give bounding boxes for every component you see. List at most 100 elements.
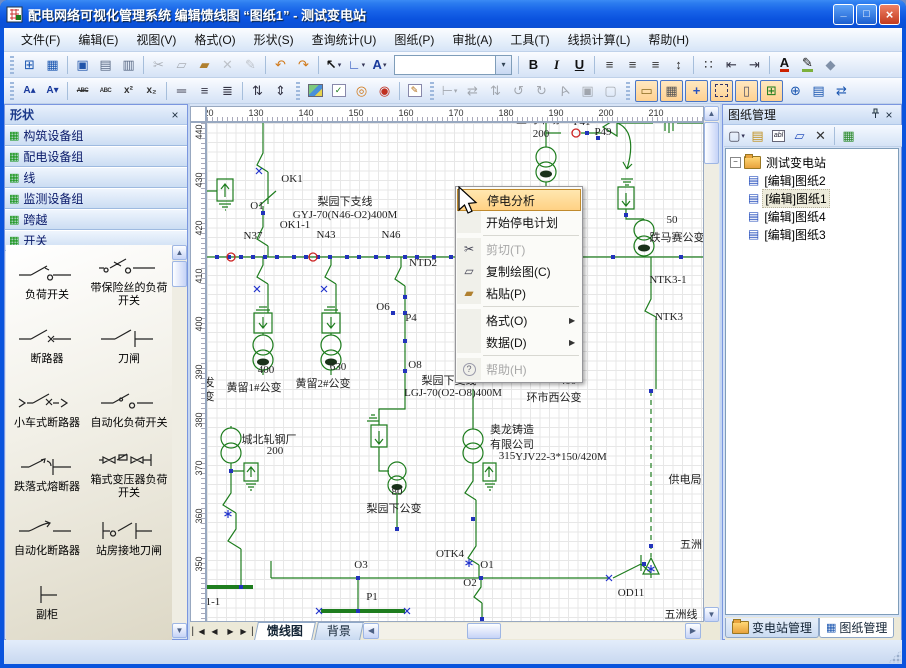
stencil-item-7[interactable]: 跌落式熔断器	[6, 441, 88, 505]
toolbar-grip[interactable]	[296, 82, 300, 100]
pointer-tool-button[interactable]: ↖▾	[323, 55, 344, 75]
print-button[interactable]: ▥	[118, 55, 139, 75]
menu-item-1[interactable]: 文件(F)	[12, 28, 69, 51]
stencil-item-9[interactable]: 自动化断路器	[6, 505, 88, 569]
shape-group-3[interactable]: ▦线	[5, 167, 187, 188]
align-right-button[interactable]: ≡	[645, 55, 666, 75]
insert-picture-button[interactable]	[305, 81, 326, 101]
toolbar-grip[interactable]	[10, 82, 14, 100]
stencil-scrollbar[interactable]: ▲ ▼	[172, 245, 187, 638]
toolbar-grip[interactable]	[10, 56, 14, 74]
bold-button[interactable]: B	[523, 55, 544, 75]
vertical-text-button[interactable]: ↕	[668, 55, 689, 75]
ruler-button[interactable]: ▭	[635, 80, 658, 102]
guides-button[interactable]: +	[685, 80, 708, 102]
tree-expander-icon[interactable]: −	[730, 157, 741, 168]
underline-button[interactable]: U	[569, 55, 590, 75]
new-drawing-button[interactable]: ⊞	[19, 55, 40, 75]
print-preview-button[interactable]: ▤	[95, 55, 116, 75]
shape-group-4[interactable]: ▦监测设备组	[5, 188, 187, 209]
scrollbar-thumb[interactable]	[467, 623, 501, 639]
text-tool-button[interactable]: A▾	[369, 55, 390, 75]
new-sheet-button[interactable]: ▢▾	[727, 126, 746, 146]
stencil-item-5[interactable]: 小车式断路器	[6, 377, 88, 441]
menu-item-2[interactable]: 编辑(E)	[69, 28, 127, 51]
open-table-button[interactable]: ▦	[42, 55, 63, 75]
toolbar-grip[interactable]	[430, 82, 434, 100]
open-sheet-button[interactable]: ▤	[748, 126, 767, 146]
scroll-right-icon[interactable]: ▶	[685, 623, 701, 639]
font-color-button[interactable]: A	[774, 55, 795, 75]
tree-item-1[interactable]: ▤[编辑]图纸2	[726, 171, 898, 189]
menu-item-10[interactable]: 线损计算(L)	[559, 28, 640, 51]
stencil-item-1[interactable]: 负荷开关	[6, 249, 88, 313]
stencil-item-11[interactable]: 副柜	[6, 569, 88, 633]
close-button[interactable]: ×	[879, 4, 900, 25]
maximize-button[interactable]: □	[856, 4, 877, 25]
menu-item-7[interactable]: 图纸(P)	[385, 28, 443, 51]
scrollbar-thumb[interactable]	[704, 122, 719, 164]
stencil-item-2[interactable]: 带保险丝的负荷开关	[88, 249, 170, 313]
undo-button[interactable]: ↶	[270, 55, 291, 75]
bullets-button[interactable]: ∷	[698, 55, 719, 75]
pin-icon[interactable]	[868, 108, 882, 122]
rename-sheet-button[interactable]: abl	[769, 126, 788, 146]
superscript-button[interactable]: x²	[118, 81, 139, 101]
stencil-item-4[interactable]: 刀闸	[88, 313, 170, 377]
page-breaks-button[interactable]: ▯	[735, 80, 758, 102]
canvas-vertical-scrollbar[interactable]: ▲ ▼	[704, 106, 719, 622]
export-image-button[interactable]: ▦	[839, 126, 858, 146]
stencil-item-3[interactable]: 断路器	[6, 313, 88, 377]
indent-button[interactable]: ⇥	[744, 55, 765, 75]
fill-color-button[interactable]: ◆	[820, 55, 841, 75]
zoom-button[interactable]: ⊕	[785, 81, 806, 101]
save-button[interactable]: ▣	[72, 55, 93, 75]
shape-group-2[interactable]: ▦配电设备组	[5, 146, 187, 167]
drawings-panel-close-icon[interactable]: ×	[882, 108, 896, 122]
toolbar-grip[interactable]	[626, 82, 630, 100]
menu-item-11[interactable]: 帮助(H)	[639, 28, 698, 51]
panel-tab-1[interactable]: 变电站管理	[725, 618, 819, 638]
strike-button[interactable]: ABC	[72, 81, 93, 101]
row-dec-button[interactable]: ⇕	[270, 81, 291, 101]
stencil-item-8[interactable]: 箱式变压器负荷开关	[88, 441, 170, 505]
font-combo-input[interactable]	[395, 58, 495, 72]
scroll-up-icon[interactable]: ▲	[172, 245, 187, 260]
connection-points-button[interactable]: ⇄	[831, 81, 852, 101]
context-menu-item-6[interactable]: ▰粘贴(P)	[457, 282, 581, 304]
glue-button[interactable]: ⊞	[760, 80, 783, 102]
stencil-item-10[interactable]: 站房接地刀闸	[88, 505, 170, 569]
scroll-left-icon[interactable]: ◀	[363, 623, 379, 639]
find-drawing-button[interactable]: ◎	[351, 81, 372, 101]
stamp-button[interactable]: ◉	[374, 81, 395, 101]
connector-tool-button[interactable]: ∟▾	[346, 55, 367, 75]
scrollbar-thumb[interactable]	[172, 261, 187, 287]
sheet-tab-2[interactable]: 背景	[314, 622, 364, 640]
delete-sheet-button[interactable]: ✕	[811, 126, 830, 146]
italic-button[interactable]: I	[546, 55, 567, 75]
tree-item-4[interactable]: ▤[编辑]图纸3	[726, 225, 898, 243]
menu-item-6[interactable]: 查询统计(U)	[303, 28, 386, 51]
menu-item-5[interactable]: 形状(S)	[245, 28, 303, 51]
nav-last-icon[interactable]: ▶▕	[239, 624, 254, 639]
abc-button[interactable]: ABC	[95, 81, 116, 101]
menu-item-4[interactable]: 格式(O)	[185, 28, 244, 51]
edit-note-button[interactable]: ✎	[404, 81, 425, 101]
font-up-button[interactable]: A▴	[19, 81, 40, 101]
spacing-15-button[interactable]: ≡	[194, 81, 215, 101]
font-down-button[interactable]: A▾	[42, 81, 63, 101]
paste-button[interactable]: ▰	[194, 55, 215, 75]
context-menu-item-8[interactable]: 格式(O)▶	[457, 309, 581, 331]
shape-group-5[interactable]: ▦跨越	[5, 209, 187, 230]
sheet-tab-1[interactable]: 馈线图	[254, 622, 316, 640]
shapes-panel-close-icon[interactable]: ×	[168, 108, 182, 122]
selection-button[interactable]	[710, 80, 733, 102]
row-inc-button[interactable]: ⇅	[247, 81, 268, 101]
scroll-down-icon[interactable]: ▼	[704, 607, 719, 622]
tree-item-2[interactable]: ▤[编辑]图纸1	[726, 189, 898, 207]
menu-item-3[interactable]: 视图(V)	[127, 28, 185, 51]
scroll-up-icon[interactable]: ▲	[704, 106, 719, 121]
highlight-button[interactable]: ✎	[797, 55, 818, 75]
check-diagram-button[interactable]: ✓	[328, 81, 349, 101]
menu-item-9[interactable]: 工具(T)	[501, 28, 558, 51]
